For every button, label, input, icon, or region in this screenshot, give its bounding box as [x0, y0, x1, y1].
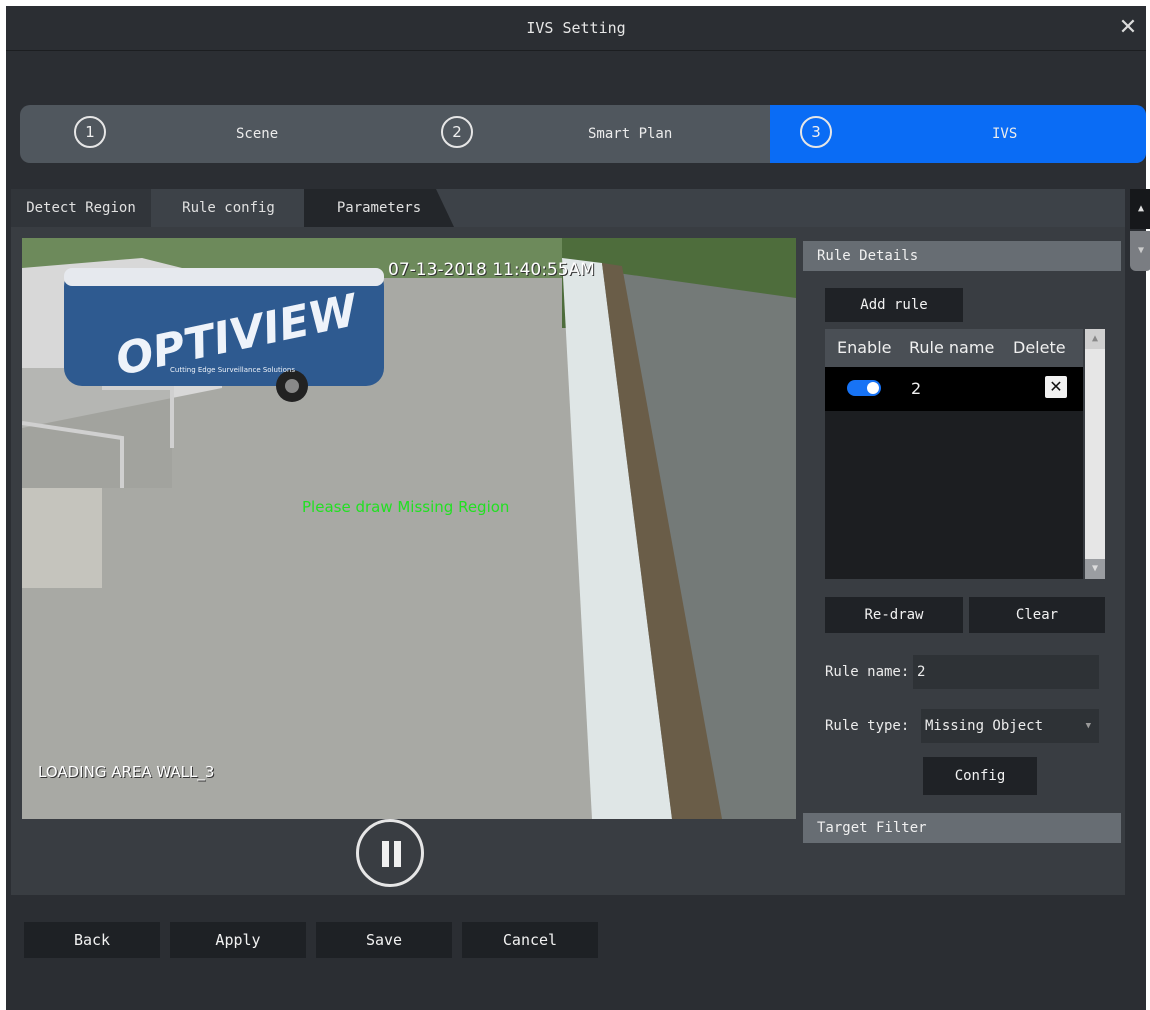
- camera-label: LOADING AREA WALL_3: [38, 763, 215, 781]
- tab-bar: Detect Region Rule config Parameters: [11, 189, 1125, 227]
- step-label: Scene: [236, 126, 279, 142]
- column-rule-name: Rule name: [909, 338, 995, 357]
- toggle-knob: [867, 382, 879, 394]
- cancel-button[interactable]: Cancel: [462, 922, 598, 958]
- step-smart-plan[interactable]: 2 Smart Plan: [396, 105, 770, 163]
- delete-icon[interactable]: ✕: [1045, 376, 1067, 398]
- redraw-button[interactable]: Re-draw: [825, 597, 963, 633]
- step-number: 2: [441, 116, 473, 148]
- rule-details-header: Rule Details: [803, 241, 1121, 271]
- rule-name-label: Rule name:: [825, 664, 910, 680]
- rule-table: Enable Rule name Delete 2 ✕: [825, 329, 1083, 579]
- camera-scene: [22, 238, 796, 819]
- step-wizard: 1 Scene 2 Smart Plan 3 IVS: [20, 105, 1146, 163]
- save-button[interactable]: Save: [316, 922, 452, 958]
- rule-table-scrollbar[interactable]: ▲ ▼: [1085, 329, 1105, 579]
- enable-toggle[interactable]: [847, 380, 881, 396]
- title-bar: IVS Setting ✕: [6, 6, 1146, 51]
- tab-rule-config[interactable]: Rule config: [151, 189, 306, 227]
- tab-parameters[interactable]: Parameters: [304, 189, 454, 227]
- step-number: 3: [800, 116, 832, 148]
- close-icon[interactable]: ✕: [1114, 6, 1142, 50]
- scroll-down-icon[interactable]: ▼: [1085, 559, 1105, 579]
- dialog-title: IVS Setting: [526, 19, 626, 37]
- scroll-up-icon[interactable]: ▲: [1130, 189, 1150, 229]
- page-scrollbar[interactable]: ▲ ▼: [1130, 189, 1150, 274]
- rule-config-panel: OPTIVIEW Cutting Edge Surveillance Solut…: [11, 227, 1125, 895]
- rule-type-label: Rule type:: [825, 718, 910, 734]
- rule-type-value: Missing Object: [925, 718, 1044, 734]
- rule-type-select[interactable]: Missing Object ▼: [921, 709, 1099, 743]
- back-button[interactable]: Back: [24, 922, 160, 958]
- column-delete: Delete: [1013, 338, 1066, 357]
- scroll-up-icon[interactable]: ▲: [1085, 329, 1105, 349]
- draw-region-prompt: Please draw Missing Region: [302, 498, 510, 516]
- step-number: 1: [74, 116, 106, 148]
- clear-button[interactable]: Clear: [969, 597, 1105, 633]
- add-rule-button[interactable]: Add rule: [825, 288, 963, 322]
- bus-tagline: Cutting Edge Surveillance Solutions: [170, 366, 296, 374]
- config-button[interactable]: Config: [923, 757, 1037, 795]
- ivs-setting-dialog: IVS Setting ✕ 1 Scene 2 Smart Plan 3 IVS…: [6, 6, 1150, 1010]
- rule-table-header: Enable Rule name Delete: [825, 329, 1083, 367]
- apply-button[interactable]: Apply: [170, 922, 306, 958]
- rule-name-input[interactable]: 2: [913, 655, 1099, 689]
- chevron-down-icon: ▼: [1085, 721, 1091, 731]
- step-label: IVS: [992, 126, 1018, 142]
- step-label: Smart Plan: [588, 126, 673, 142]
- rule-name-cell: 2: [911, 379, 922, 398]
- video-timestamp: 07-13-2018 11:40:55AM: [388, 260, 595, 280]
- tab-detect-region[interactable]: Detect Region: [11, 189, 151, 227]
- column-enable: Enable: [837, 338, 892, 357]
- rule-details-panel: Rule Details Add rule Enable Rule name D…: [803, 241, 1121, 895]
- pause-bar: [394, 841, 401, 867]
- pause-button[interactable]: [356, 819, 424, 887]
- step-ivs[interactable]: 3 IVS: [770, 105, 1146, 163]
- video-preview[interactable]: OPTIVIEW Cutting Edge Surveillance Solut…: [22, 238, 796, 819]
- scroll-down-icon[interactable]: ▼: [1130, 231, 1150, 271]
- target-filter-header[interactable]: Target Filter: [803, 813, 1121, 843]
- step-scene[interactable]: 1 Scene: [20, 105, 396, 163]
- rule-row[interactable]: 2 ✕: [825, 367, 1083, 411]
- pause-bar: [382, 841, 389, 867]
